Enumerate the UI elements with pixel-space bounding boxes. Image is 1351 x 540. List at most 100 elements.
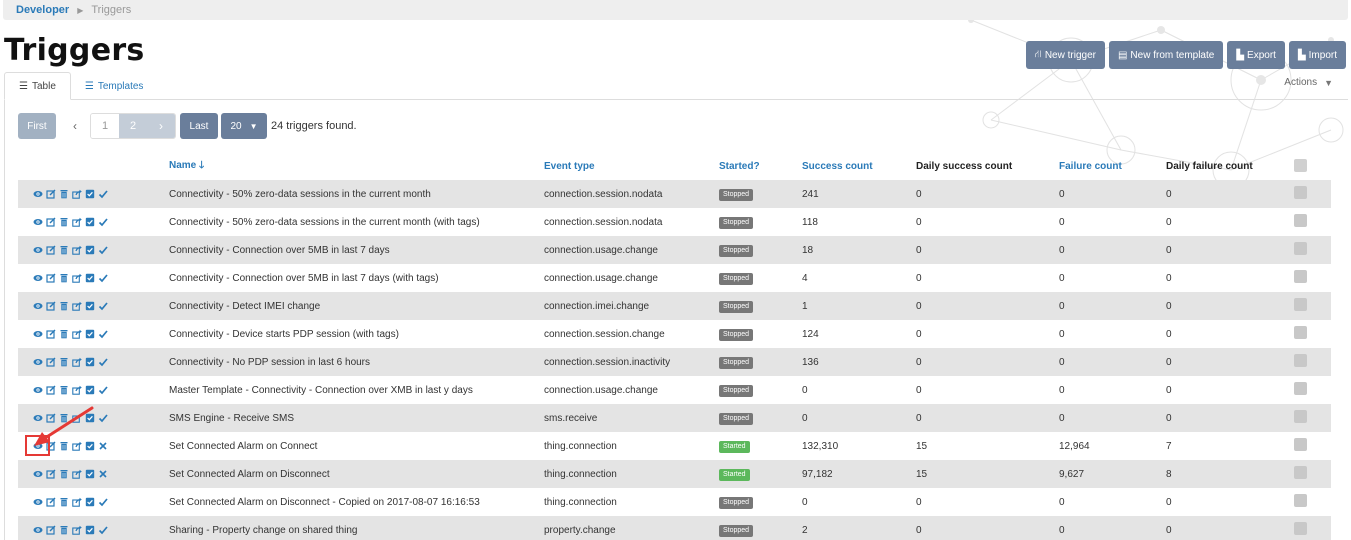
eye-icon[interactable] xyxy=(33,357,43,367)
share-icon[interactable] xyxy=(72,189,82,199)
trigger-name[interactable]: Connectivity - Connection over 5MB in la… xyxy=(169,273,439,284)
trash-icon[interactable] xyxy=(59,469,69,479)
trash-icon[interactable] xyxy=(59,301,69,311)
trash-icon[interactable] xyxy=(59,357,69,367)
checkbox-square-icon[interactable] xyxy=(85,497,95,507)
trash-icon[interactable] xyxy=(59,245,69,255)
start-check-icon[interactable] xyxy=(98,497,108,507)
eye-icon[interactable] xyxy=(33,189,43,199)
row-checkbox[interactable] xyxy=(1294,382,1307,398)
row-checkbox[interactable] xyxy=(1294,410,1307,426)
trigger-name[interactable]: Set Connected Alarm on Disconnect - Copi… xyxy=(169,497,480,508)
edit-icon[interactable] xyxy=(46,217,56,227)
checkbox-square-icon[interactable] xyxy=(85,217,95,227)
share-icon[interactable] xyxy=(72,245,82,255)
new-from-template-button[interactable]: ▤ New from template xyxy=(1108,41,1224,69)
export-button[interactable]: ▙ Export xyxy=(1227,41,1285,69)
trigger-name[interactable]: Connectivity - Detect IMEI change xyxy=(169,301,320,312)
trash-icon[interactable] xyxy=(59,217,69,227)
column-header-name[interactable]: Name 🡓 xyxy=(169,158,204,175)
start-check-icon[interactable] xyxy=(98,217,108,227)
column-header-event-type[interactable]: Event type xyxy=(544,161,595,172)
trigger-name[interactable]: Master Template - Connectivity - Connect… xyxy=(169,385,473,396)
checkbox-square-icon[interactable] xyxy=(85,385,95,395)
checkbox-square-icon[interactable] xyxy=(85,189,95,199)
trigger-name[interactable]: Set Connected Alarm on Connect xyxy=(169,441,317,452)
share-icon[interactable] xyxy=(72,413,82,423)
trash-icon[interactable] xyxy=(59,525,69,535)
eye-icon[interactable] xyxy=(33,497,43,507)
trash-icon[interactable] xyxy=(59,497,69,507)
tab-templates[interactable]: ☰ Templates xyxy=(71,72,158,100)
trigger-name[interactable]: Connectivity - 50% zero-data sessions in… xyxy=(169,217,480,228)
trash-icon[interactable] xyxy=(59,413,69,423)
eye-icon[interactable] xyxy=(33,413,43,423)
chevron-left-icon[interactable]: ‹ xyxy=(60,113,90,139)
share-icon[interactable] xyxy=(72,357,82,367)
start-check-icon[interactable] xyxy=(98,245,108,255)
page-1-button[interactable]: 1 xyxy=(91,114,119,138)
start-check-icon[interactable] xyxy=(98,273,108,283)
chevron-right-icon[interactable]: › xyxy=(147,114,175,138)
trigger-name[interactable]: Connectivity - No PDP session in last 6 … xyxy=(169,357,370,368)
checkbox-square-icon[interactable] xyxy=(85,469,95,479)
page-size-select[interactable]: 20 ▼ xyxy=(221,113,267,139)
checkbox-square-icon[interactable] xyxy=(85,273,95,283)
first-page-button[interactable]: First xyxy=(18,113,56,139)
column-header-success-count[interactable]: Success count xyxy=(802,161,873,172)
row-checkbox[interactable] xyxy=(1294,242,1307,258)
eye-icon[interactable] xyxy=(33,385,43,395)
trigger-name[interactable]: Set Connected Alarm on Disconnect xyxy=(169,469,330,480)
share-icon[interactable] xyxy=(72,301,82,311)
row-checkbox[interactable] xyxy=(1294,494,1307,510)
stop-x-icon[interactable] xyxy=(98,441,108,451)
column-header-started[interactable]: Started? xyxy=(719,161,760,172)
row-checkbox[interactable] xyxy=(1294,466,1307,482)
checkbox-square-icon[interactable] xyxy=(85,525,95,535)
checkbox-square-icon[interactable] xyxy=(85,357,95,367)
edit-icon[interactable] xyxy=(46,329,56,339)
share-icon[interactable] xyxy=(72,497,82,507)
page-2-button[interactable]: 2 xyxy=(119,114,147,138)
edit-icon[interactable] xyxy=(46,413,56,423)
edit-icon[interactable] xyxy=(46,189,56,199)
share-icon[interactable] xyxy=(72,273,82,283)
trash-icon[interactable] xyxy=(59,189,69,199)
eye-icon[interactable] xyxy=(33,245,43,255)
trigger-name[interactable]: Connectivity - 50% zero-data sessions in… xyxy=(169,189,431,200)
trigger-name[interactable]: Connectivity - Device starts PDP session… xyxy=(169,329,399,340)
checkbox-square-icon[interactable] xyxy=(85,301,95,311)
column-header-failure-count[interactable]: Failure count xyxy=(1059,161,1122,172)
eye-icon[interactable] xyxy=(33,301,43,311)
trigger-name[interactable]: Sharing - Property change on shared thin… xyxy=(169,525,357,536)
share-icon[interactable] xyxy=(72,469,82,479)
share-icon[interactable] xyxy=(72,217,82,227)
row-checkbox[interactable] xyxy=(1294,522,1307,538)
share-icon[interactable] xyxy=(72,329,82,339)
edit-icon[interactable] xyxy=(46,245,56,255)
trigger-name[interactable]: SMS Engine - Receive SMS xyxy=(169,413,294,424)
edit-icon[interactable] xyxy=(46,469,56,479)
trash-icon[interactable] xyxy=(59,441,69,451)
import-button[interactable]: ▙ Import xyxy=(1288,41,1346,69)
row-checkbox[interactable] xyxy=(1294,214,1307,230)
trigger-name[interactable]: Connectivity - Connection over 5MB in la… xyxy=(169,245,390,256)
stop-x-icon[interactable] xyxy=(98,469,108,479)
start-check-icon[interactable] xyxy=(98,525,108,535)
row-checkbox[interactable] xyxy=(1294,186,1307,202)
eye-icon[interactable] xyxy=(33,329,43,339)
row-checkbox[interactable] xyxy=(1294,298,1307,314)
start-check-icon[interactable] xyxy=(98,329,108,339)
actions-dropdown[interactable]: Actions ▼ xyxy=(1284,77,1333,88)
checkbox-square-icon[interactable] xyxy=(85,413,95,423)
share-icon[interactable] xyxy=(72,525,82,535)
row-checkbox[interactable] xyxy=(1294,354,1307,370)
new-trigger-button[interactable]: ⛙ New trigger xyxy=(1025,41,1105,69)
trash-icon[interactable] xyxy=(59,329,69,339)
edit-icon[interactable] xyxy=(46,385,56,395)
start-check-icon[interactable] xyxy=(98,413,108,423)
trash-icon[interactable] xyxy=(59,273,69,283)
share-icon[interactable] xyxy=(72,441,82,451)
share-icon[interactable] xyxy=(72,385,82,395)
edit-icon[interactable] xyxy=(46,273,56,283)
